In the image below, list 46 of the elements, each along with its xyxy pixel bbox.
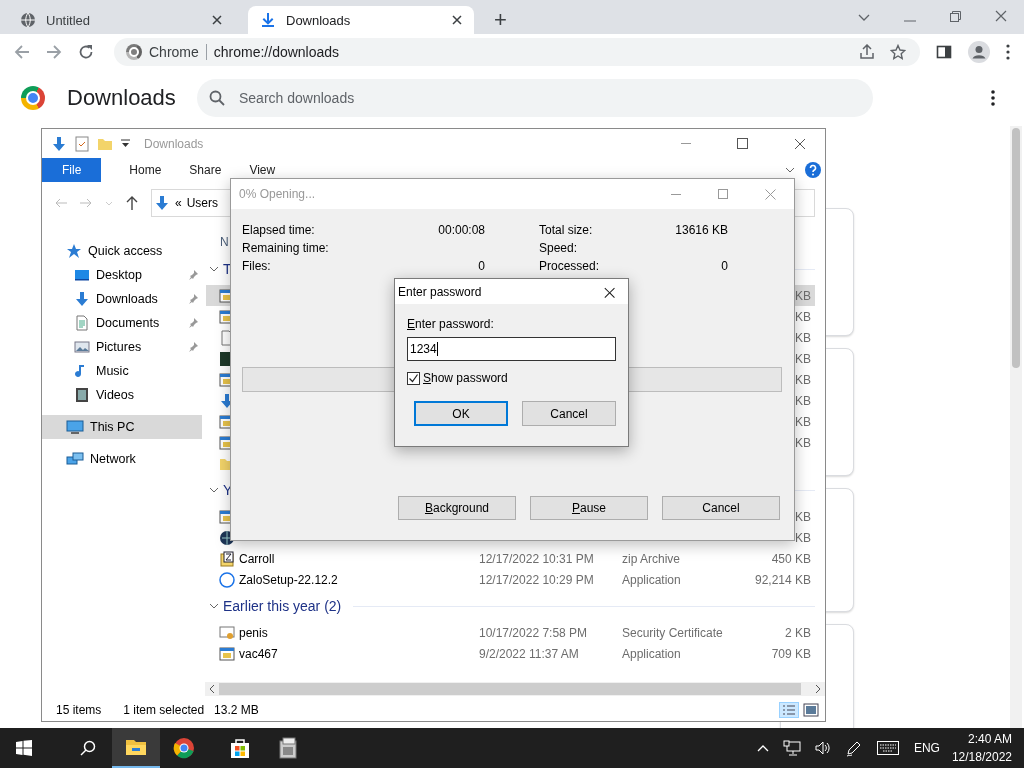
file-size: KB	[795, 509, 811, 524]
file-name: penis	[239, 625, 268, 640]
file-type: Application	[622, 646, 681, 661]
file-size: KB	[795, 330, 811, 345]
file-size: 709 KB	[771, 646, 811, 661]
file-size: KB	[795, 435, 811, 450]
file-name: vac467	[239, 646, 278, 661]
file-size: KB	[795, 309, 811, 324]
file-size: KB	[795, 393, 811, 408]
stat-label: Speed:	[538, 241, 579, 255]
dialog-title: Enter password	[398, 284, 482, 299]
file-size: KB	[795, 288, 811, 303]
date-modified: 10/17/2022 7:58 PM	[479, 625, 588, 640]
file-size: KB	[795, 372, 811, 387]
file-size: 450 KB	[771, 551, 811, 566]
file-size: KB	[795, 530, 811, 545]
file-type: zip Archive	[622, 551, 681, 566]
file-size: KB	[795, 351, 811, 366]
file-name: ZaloSetup-22.12.2	[239, 572, 338, 587]
window-title: Downloads	[144, 136, 204, 151]
page-title: Downloads	[67, 85, 177, 111]
status-text: 13.2 MB	[214, 702, 259, 717]
date-modified: 9/2/2022 11:37 AM	[479, 646, 579, 661]
site-label: Chrome	[149, 44, 199, 60]
url-text: chrome://downloads	[213, 44, 340, 60]
date-modified: 12/17/2022 10:29 PM	[479, 572, 594, 587]
stat-value: 0	[721, 259, 728, 273]
dialog-title: 0% Opening...	[239, 187, 316, 201]
stat-value: 13616 KB	[675, 223, 728, 237]
status-text: 1 item selected	[123, 702, 205, 717]
file-type: Application	[622, 572, 681, 587]
stat-value: 0	[478, 259, 485, 273]
stat-label: Processed:	[538, 259, 601, 273]
file-size: 92,214 KB	[754, 572, 811, 587]
file-name: Carroll	[239, 551, 275, 566]
stat-label: Remaining time:	[242, 241, 330, 255]
file-size: 2 KB	[785, 625, 811, 640]
field-label: Enter password:	[407, 317, 494, 331]
stat-value: 00:00:08	[438, 223, 485, 237]
file-type: Security Certificate	[622, 625, 723, 640]
stat-label: Elapsed time:	[242, 223, 316, 237]
file-size: KB	[795, 414, 811, 429]
stat-label: Total size:	[538, 223, 594, 237]
stat-label: Files:	[242, 259, 272, 273]
status-text: 15 items	[56, 702, 102, 717]
date-modified: 12/17/2022 10:31 PM	[479, 551, 594, 566]
